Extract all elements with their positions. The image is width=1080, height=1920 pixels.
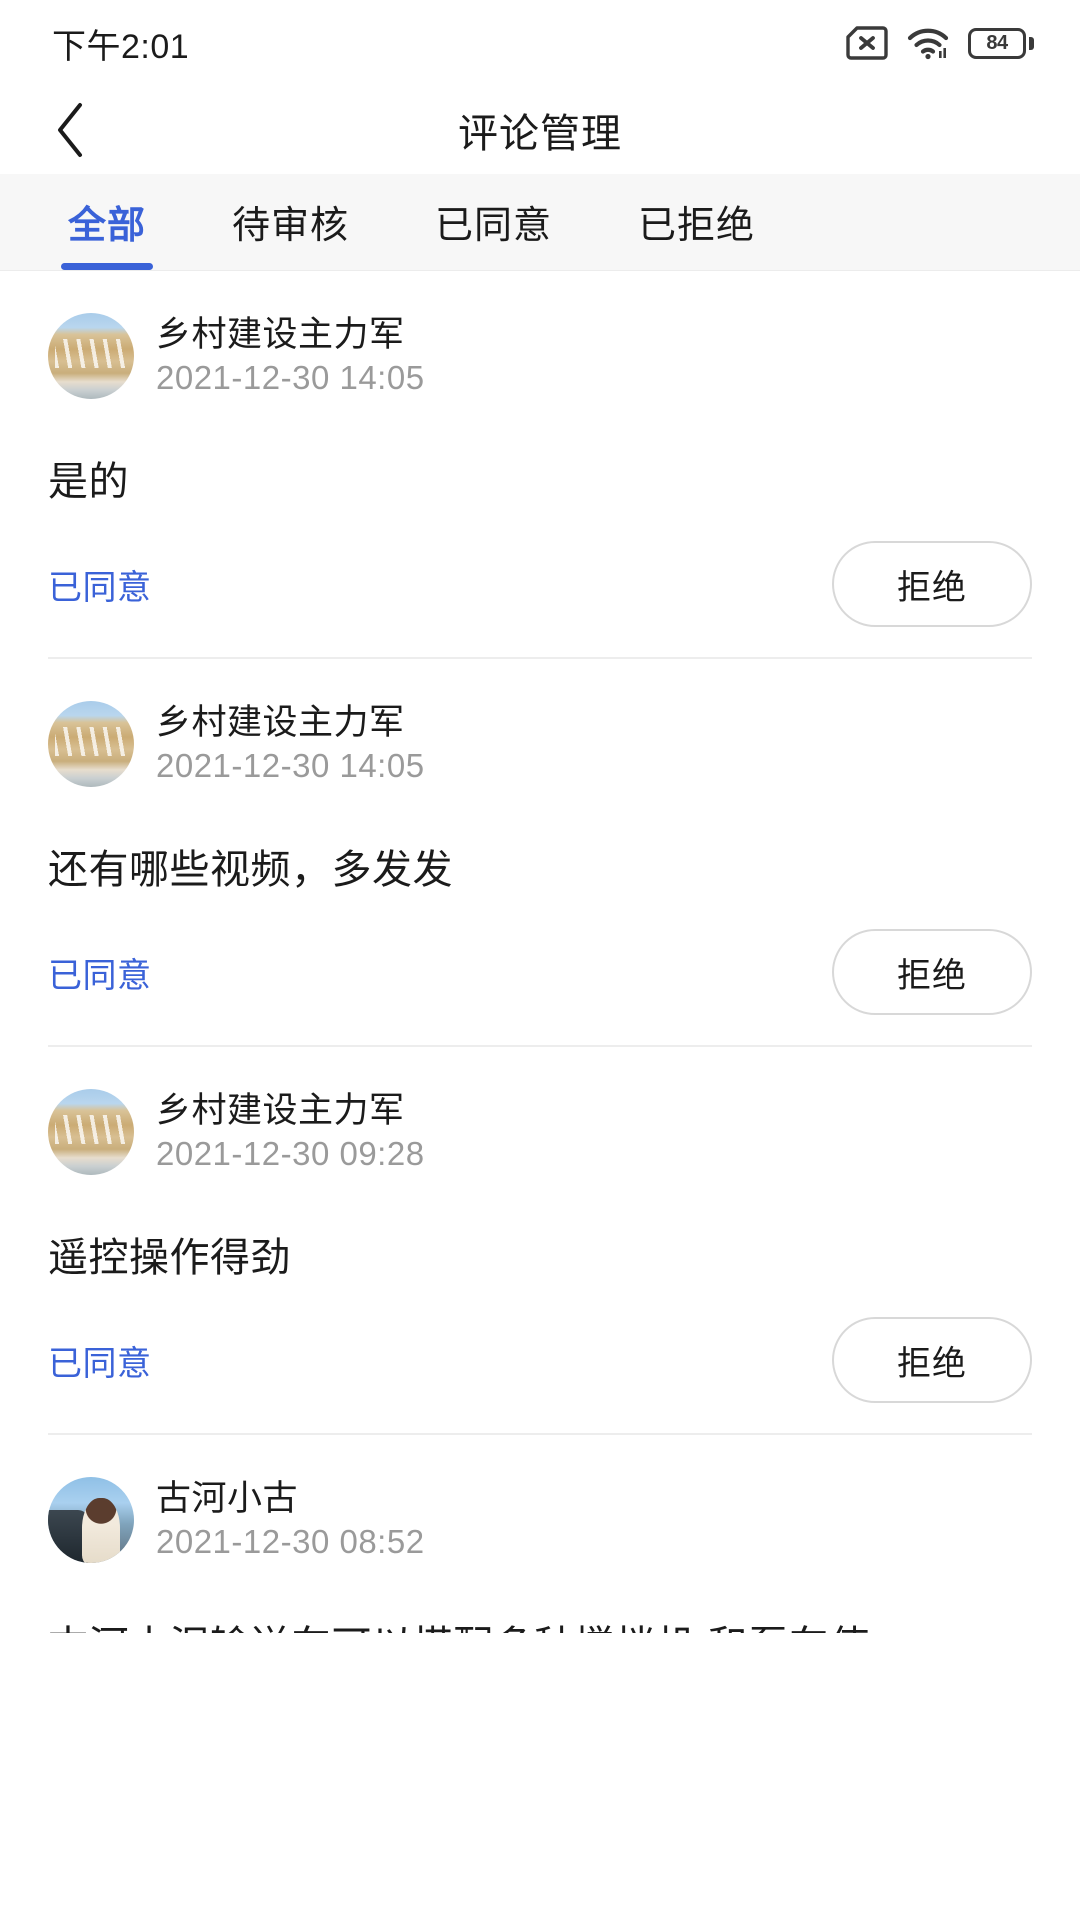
comment-author-block: 乡村建设主力军 2021-12-30 09:28 <box>156 1091 425 1173</box>
tab-approved-label: 已同意 <box>435 194 552 249</box>
battery-icon: 84 <box>968 28 1034 59</box>
sim-card-no-service-icon <box>846 26 888 60</box>
comment-timestamp: 2021-12-30 14:05 <box>156 748 425 785</box>
tab-rejected-label: 已拒绝 <box>638 194 755 249</box>
comment-list-item[interactable]: 古河小古 2021-12-30 08:52 古河水泥输送车可以搭配多种搅拌机 和… <box>0 1435 1080 1633</box>
tab-pending-review[interactable]: 待审核 <box>202 173 379 270</box>
comment-list-item[interactable]: 乡村建设主力军 2021-12-30 14:05 是的 已同意 拒绝 <box>0 271 1080 659</box>
comment-author-name: 乡村建设主力军 <box>156 315 425 354</box>
tab-rejected[interactable]: 已拒绝 <box>608 173 785 270</box>
comment-text: 遥控操作得劲 <box>48 1185 1032 1285</box>
tab-pending-review-label: 待审核 <box>232 194 349 249</box>
tab-bar: 全部 待审核 已同意 已拒绝 <box>0 174 1080 271</box>
comment-header: 古河小古 2021-12-30 08:52 <box>48 1467 1032 1573</box>
comment-timestamp: 2021-12-30 08:52 <box>156 1524 425 1561</box>
comment-text: 是的 <box>48 409 1032 509</box>
avatar[interactable] <box>48 313 134 399</box>
chevron-left-icon <box>53 101 87 159</box>
comment-author-block: 古河小古 2021-12-30 08:52 <box>156 1479 425 1561</box>
comment-timestamp: 2021-12-30 09:28 <box>156 1136 425 1173</box>
avatar[interactable] <box>48 1089 134 1175</box>
avatar[interactable] <box>48 701 134 787</box>
avatar[interactable] <box>48 1477 134 1563</box>
comment-list-item[interactable]: 乡村建设主力军 2021-12-30 09:28 遥控操作得劲 已同意 拒绝 <box>0 1047 1080 1435</box>
comment-header: 乡村建设主力军 2021-12-30 14:05 <box>48 691 1032 797</box>
comment-actions: 已同意 拒绝 <box>48 509 1032 659</box>
status-bar-icons: 84 <box>846 26 1034 60</box>
comment-header: 乡村建设主力军 2021-12-30 09:28 <box>48 1079 1032 1185</box>
status-bar: 下午2:01 84 <box>0 0 1080 86</box>
status-bar-clock: 下午2:01 <box>52 19 189 68</box>
comment-author-name: 古河小古 <box>156 1479 425 1518</box>
comment-author-name: 乡村建设主力军 <box>156 703 425 742</box>
battery-level-label: 84 <box>986 33 1007 53</box>
status-badge[interactable]: 已同意 <box>48 1336 152 1385</box>
tab-approved[interactable]: 已同意 <box>405 173 582 270</box>
back-button[interactable] <box>34 94 106 166</box>
page-title: 评论管理 <box>0 101 1080 159</box>
reject-button[interactable]: 拒绝 <box>832 541 1032 627</box>
comment-author-block: 乡村建设主力军 2021-12-30 14:05 <box>156 315 425 397</box>
reject-button[interactable]: 拒绝 <box>832 929 1032 1015</box>
tab-all[interactable]: 全部 <box>38 173 176 270</box>
comment-author-block: 乡村建设主力军 2021-12-30 14:05 <box>156 703 425 785</box>
comment-list[interactable]: 乡村建设主力军 2021-12-30 14:05 是的 已同意 拒绝 乡村建设主… <box>0 271 1080 1920</box>
comment-timestamp: 2021-12-30 14:05 <box>156 360 425 397</box>
status-badge[interactable]: 已同意 <box>48 948 152 997</box>
comment-list-item[interactable]: 乡村建设主力军 2021-12-30 14:05 还有哪些视频，多发发 已同意 … <box>0 659 1080 1047</box>
status-badge[interactable]: 已同意 <box>48 560 152 609</box>
tab-active-indicator <box>61 263 153 270</box>
tab-all-label: 全部 <box>68 194 146 249</box>
comment-actions: 已同意 拒绝 <box>48 897 1032 1047</box>
comment-text: 还有哪些视频，多发发 <box>48 797 1032 897</box>
comment-management-screen: 下午2:01 84 <box>0 0 1080 1920</box>
comment-actions: 已同意 拒绝 <box>48 1285 1032 1435</box>
reject-button[interactable]: 拒绝 <box>832 1317 1032 1403</box>
comment-author-name: 乡村建设主力军 <box>156 1091 425 1130</box>
comment-text: 古河水泥输送车可以搭配多种搅拌机 和泵车使 <box>48 1573 1032 1633</box>
navigation-bar: 评论管理 <box>0 86 1080 174</box>
comment-header: 乡村建设主力军 2021-12-30 14:05 <box>48 303 1032 409</box>
wifi-icon <box>906 26 950 60</box>
